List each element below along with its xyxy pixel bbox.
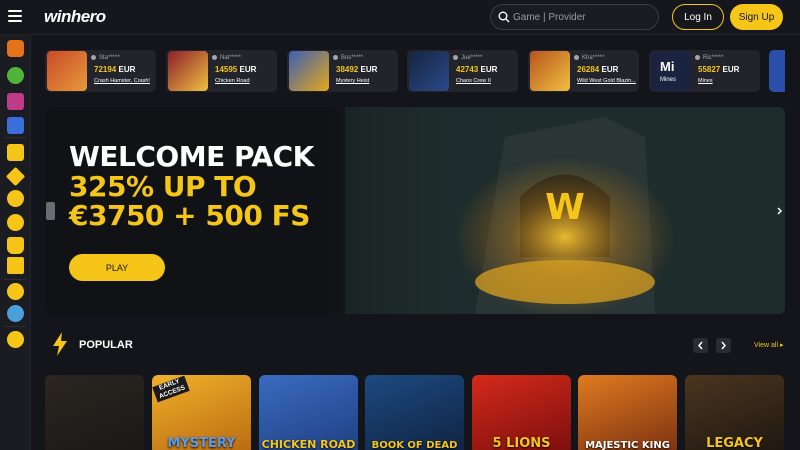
signup-button[interactable]: Sign Up xyxy=(730,4,783,30)
lightning-icon xyxy=(53,332,67,356)
game-title: CHICKEN ROAD xyxy=(261,438,356,450)
early-access-badge: EARLY ACCESS xyxy=(152,375,190,403)
game-card[interactable]: MAJESTIC KING xyxy=(578,375,677,450)
crown-icon[interactable] xyxy=(7,257,24,274)
win-amount: 42743 EUR xyxy=(456,65,498,74)
game-card[interactable] xyxy=(45,375,144,450)
win-card[interactable]: Nat***** 14595 EUR Chicken Road xyxy=(166,50,277,92)
carousel-next-button[interactable] xyxy=(716,338,731,353)
sidebar-divider xyxy=(4,279,26,280)
game-thumbnail xyxy=(168,51,208,91)
recent-wins-ticker: Sta***** 72194 EUR Crash Hamster, Crash!… xyxy=(45,50,785,92)
chevron-right-icon xyxy=(721,341,726,350)
chevron-left-icon xyxy=(698,341,703,350)
search-icon xyxy=(498,11,510,23)
diamond-icon[interactable] xyxy=(5,166,26,187)
win-amount: 72194 EUR xyxy=(94,65,136,74)
game-title: MAJESTIC KING xyxy=(585,440,670,450)
winner-name: Nat***** xyxy=(212,55,241,61)
winner-name: Jue***** xyxy=(453,55,482,61)
game-title: MYSTERY xyxy=(167,436,236,450)
win-game-link[interactable]: Wild West Gold Blazin... xyxy=(577,78,636,84)
game-thumbnail xyxy=(289,51,329,91)
game-card[interactable]: LEGACY xyxy=(685,375,784,450)
win-card[interactable]: Sta***** 72194 EUR Crash Hamster, Crash! xyxy=(45,50,156,92)
win-game-link[interactable]: Mines xyxy=(698,78,713,84)
winner-name: Bos***** xyxy=(333,55,363,61)
trophy-icon[interactable] xyxy=(7,237,24,254)
win-card[interactable]: Kha***** 26284 EUR Wild West Gold Blazin… xyxy=(528,50,639,92)
win-amount: 14595 EUR xyxy=(215,65,257,74)
game-thumbnail xyxy=(409,51,449,91)
download-icon[interactable] xyxy=(7,331,24,348)
win-amount: 55827 EUR xyxy=(698,65,740,74)
winner-name: Ric***** xyxy=(695,55,723,61)
logo[interactable]: winhero xyxy=(44,7,106,27)
sidebar xyxy=(0,35,31,450)
chat-icon[interactable] xyxy=(7,283,24,300)
win-amount: 38492 EUR xyxy=(336,65,378,74)
section-title: POPULAR xyxy=(79,339,133,351)
login-button[interactable]: Log In xyxy=(672,4,724,30)
football-icon[interactable] xyxy=(7,214,24,231)
game-card[interactable]: EARLY ACCESS MYSTERY xyxy=(152,375,251,450)
search-box[interactable] xyxy=(490,4,659,30)
game-title: LEGACY xyxy=(706,436,763,450)
win-card[interactable]: Bos***** 38492 EUR Mystery Heist xyxy=(287,50,398,92)
welcome-banner[interactable]: W WELCOME PACK 325% UP TO €3750 + 500 FS… xyxy=(45,107,785,314)
winner-name: Sta***** xyxy=(91,55,120,61)
banner-title: WELCOME PACK xyxy=(69,140,314,173)
game-title: BOOK OF DEAD xyxy=(371,440,458,450)
svg-text:W: W xyxy=(545,187,585,228)
game-card[interactable]: BOOK OF DEAD xyxy=(365,375,464,450)
win-card[interactable]: Jue***** 42743 EUR Chaos Crew II xyxy=(407,50,518,92)
ball-icon[interactable] xyxy=(7,67,24,84)
win-amount: 26284 EUR xyxy=(577,65,619,74)
play-button[interactable]: PLAY xyxy=(69,254,165,281)
mines-thumb-text: Mi xyxy=(660,59,675,74)
dice-icon[interactable] xyxy=(7,144,24,161)
win-game-link[interactable]: Chicken Road xyxy=(215,78,250,84)
sidebar-divider xyxy=(4,326,26,327)
win-card[interactable]: Mi Mines Ric***** 55827 EUR Mines xyxy=(649,50,760,92)
banner-offer-line: 325% UP TO xyxy=(69,170,257,203)
sidebar-divider xyxy=(4,137,26,138)
game-thumbnail: Mi Mines xyxy=(651,51,691,91)
win-game-link[interactable]: Chaos Crew II xyxy=(456,78,491,84)
game-card[interactable]: CHICKEN ROAD xyxy=(259,375,358,450)
mines-thumb-sub: Mines xyxy=(660,77,677,83)
search-input[interactable] xyxy=(513,9,653,26)
tennis-icon[interactable] xyxy=(7,190,24,207)
game-thumbnail xyxy=(47,51,87,91)
win-card-partial[interactable] xyxy=(769,50,785,92)
game-card[interactable]: 5 LIONS xyxy=(472,375,571,450)
win-game-link[interactable]: Mystery Heist xyxy=(336,78,369,84)
win-game-link[interactable]: Crash Hamster, Crash! xyxy=(94,78,150,84)
menu-icon[interactable] xyxy=(8,10,22,22)
hat-icon[interactable] xyxy=(7,117,24,134)
banner-next-arrow[interactable] xyxy=(775,202,784,220)
popular-games-row: EARLY ACCESS MYSTERY CHICKEN ROAD BOOK O… xyxy=(45,375,785,450)
carrot-icon[interactable] xyxy=(7,40,24,57)
globe-icon[interactable] xyxy=(7,305,24,322)
winner-name: Kha***** xyxy=(574,55,604,61)
gift-icon[interactable] xyxy=(7,93,24,110)
view-all-link[interactable]: View all ▸ xyxy=(754,341,783,349)
game-title: 5 LIONS xyxy=(492,436,551,450)
game-thumbnail xyxy=(530,51,570,91)
carousel-prev-button[interactable] xyxy=(693,338,708,353)
banner-prev-arrow[interactable] xyxy=(46,202,55,220)
banner-offer-amount: €3750 + 500 FS xyxy=(69,199,310,232)
top-bar: winhero Log In Sign Up xyxy=(0,0,800,35)
